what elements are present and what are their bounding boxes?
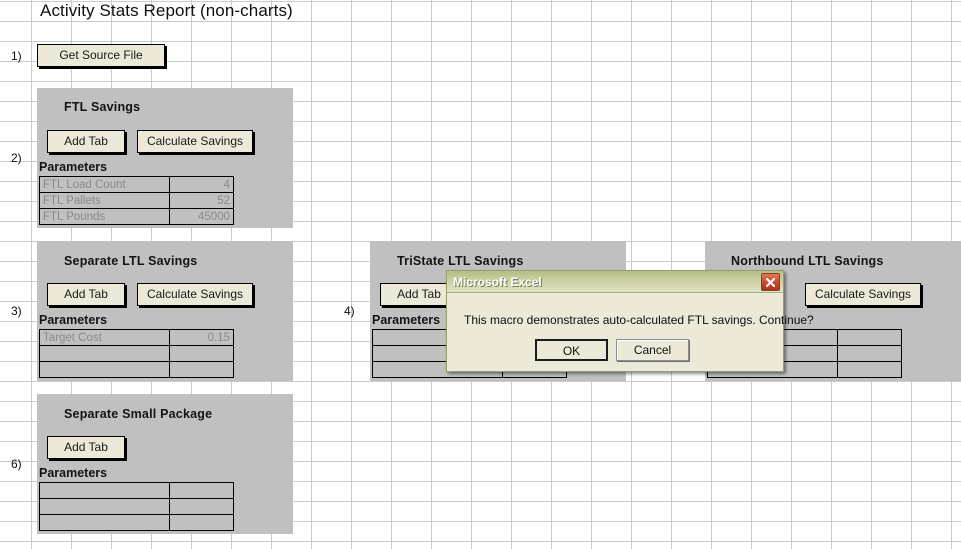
calculate-savings-button-ftl[interactable]: Calculate Savings <box>137 130 253 153</box>
step-number-3: 3) <box>11 304 22 318</box>
param-key <box>39 514 170 531</box>
table-row[interactable]: FTL Pounds 45000 <box>39 208 234 225</box>
dialog-message: This macro demonstrates auto-calculated … <box>464 313 814 327</box>
param-key <box>39 498 170 515</box>
page-title: Activity Stats Report (non-charts) <box>40 1 293 20</box>
param-key <box>39 482 170 499</box>
param-value <box>169 482 234 499</box>
panel-title-ftl-savings: FTL Savings <box>64 100 141 114</box>
dialog-body: This macro demonstrates auto-calculated … <box>447 293 814 373</box>
param-value <box>837 361 902 378</box>
param-key: FTL Pounds <box>39 208 170 225</box>
panel-title-separate-ltl-savings: Separate LTL Savings <box>64 254 198 268</box>
parameters-table-small-package <box>39 482 234 531</box>
param-value <box>837 329 902 346</box>
table-row[interactable] <box>39 498 234 515</box>
parameters-label-small-package: Parameters <box>39 466 108 480</box>
param-key <box>39 345 170 362</box>
step-number-4: 4) <box>344 304 355 318</box>
param-key: Target Cost <box>39 329 170 346</box>
table-row[interactable]: Target Cost 0.15 <box>39 329 234 346</box>
add-tab-button-ftl[interactable]: Add Tab <box>47 130 125 153</box>
panel-title-separate-small-package: Separate Small Package <box>64 407 213 421</box>
dialog-title: Microsoft Excel <box>453 274 542 289</box>
cancel-button[interactable]: Cancel <box>616 339 689 361</box>
dialog-title-bar[interactable]: Microsoft Excel <box>447 271 783 293</box>
parameters-label-separate-ltl: Parameters <box>39 313 108 327</box>
table-row[interactable] <box>39 482 234 499</box>
param-value <box>169 514 234 531</box>
table-row[interactable]: FTL Pallets 52 <box>39 192 234 209</box>
param-value <box>169 345 234 362</box>
calculate-savings-button-northbound[interactable]: Calculate Savings <box>805 283 921 306</box>
calculate-savings-button-separate-ltl[interactable]: Calculate Savings <box>137 283 253 306</box>
step-number-6: 6) <box>11 457 22 471</box>
param-value <box>169 361 234 378</box>
add-tab-button-separate-ltl[interactable]: Add Tab <box>47 283 125 306</box>
table-row[interactable] <box>39 361 234 378</box>
excel-worksheet: Activity Stats Report (non-charts) 1) Ge… <box>0 0 961 549</box>
ok-button[interactable]: OK <box>535 339 608 361</box>
table-row[interactable] <box>39 345 234 362</box>
parameters-label-ftl: Parameters <box>39 160 108 174</box>
table-row[interactable]: FTL Load Count 4 <box>39 176 234 193</box>
param-value <box>169 498 234 515</box>
message-dialog: Microsoft Excel This macro demonstrates … <box>446 270 814 373</box>
step-number-2: 2) <box>11 151 22 165</box>
param-value: 52 <box>169 192 234 209</box>
param-value: 4 <box>169 176 234 193</box>
panel-title-tristate-ltl-savings: TriState LTL Savings <box>397 254 524 268</box>
parameters-table-ftl: FTL Load Count 4 FTL Pallets 52 FTL Poun… <box>39 176 234 225</box>
param-key <box>39 361 170 378</box>
step-number-1: 1) <box>11 49 22 63</box>
panel-title-northbound-ltl-savings: Northbound LTL Savings <box>731 254 884 268</box>
param-key: FTL Pallets <box>39 192 170 209</box>
add-tab-button-small-package[interactable]: Add Tab <box>47 436 125 459</box>
parameters-label-tristate: Parameters <box>372 313 441 327</box>
close-icon[interactable] <box>761 273 780 291</box>
param-value <box>837 345 902 362</box>
parameters-table-separate-ltl: Target Cost 0.15 <box>39 329 234 378</box>
get-source-file-button[interactable]: Get Source File <box>37 44 165 67</box>
param-value: 45000 <box>169 208 234 225</box>
param-value: 0.15 <box>169 329 234 346</box>
param-key: FTL Load Count <box>39 176 170 193</box>
table-row[interactable] <box>39 514 234 531</box>
